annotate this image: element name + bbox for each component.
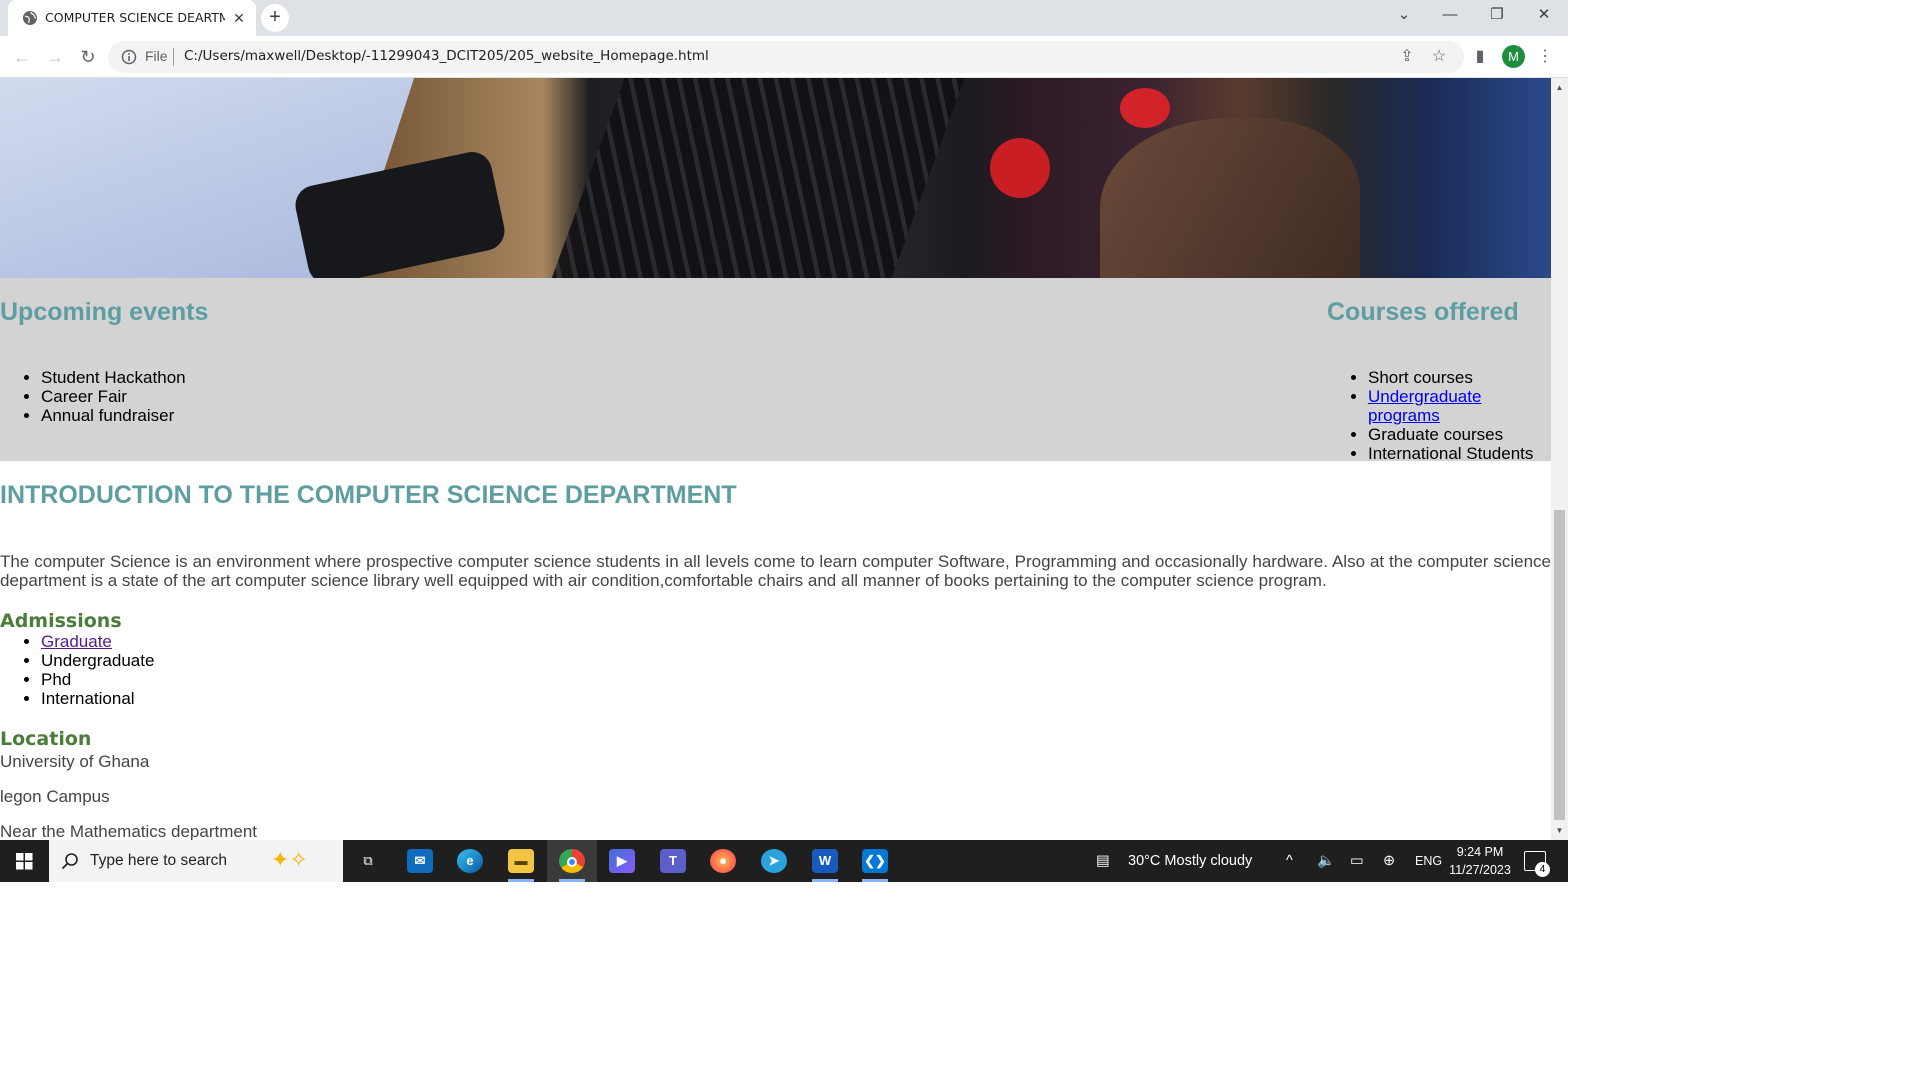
- notification-count-badge: 4: [1535, 862, 1550, 877]
- browser-tab[interactable]: COMPUTER SCIENCE DEARTMEN ✕: [8, 0, 256, 36]
- hero-flower: [990, 138, 1050, 198]
- reload-button[interactable]: ↻: [74, 43, 102, 71]
- admissions-heading: Admissions: [0, 610, 122, 632]
- search-icon: [61, 853, 78, 870]
- admissions-list: Graduate Undergraduate Phd International: [0, 632, 154, 708]
- search-placeholder: Type here to search: [90, 852, 227, 869]
- back-button[interactable]: ←: [8, 43, 36, 71]
- list-item: Phd: [41, 670, 154, 689]
- weather-text[interactable]: 30°C Mostly cloudy: [1128, 840, 1252, 882]
- hero-flower: [1120, 88, 1170, 128]
- side-panel-icon[interactable]: ▮: [1469, 46, 1491, 68]
- close-tab-icon[interactable]: ✕: [230, 9, 248, 27]
- restore-button[interactable]: ❐: [1474, 0, 1520, 32]
- location-line: Near the Mathematics department: [0, 822, 258, 840]
- weather-icon[interactable]: ▤: [1096, 840, 1110, 882]
- list-item: Undergraduate: [41, 651, 154, 670]
- edge-app-icon[interactable]: e: [445, 840, 495, 882]
- list-item: International Students: [1368, 444, 1551, 463]
- clock-time: 9:24 PM: [1456, 845, 1504, 859]
- hero-image: [0, 78, 1551, 278]
- windows-taskbar: Type here to search ✦✧ ⧉ ✉ e ▬ ▶ T ● ➤ W…: [0, 840, 1568, 882]
- new-tab-button[interactable]: +: [261, 4, 289, 32]
- close-window-button[interactable]: ✕: [1521, 0, 1567, 32]
- scroll-down-arrow-icon[interactable]: ▼: [1555, 826, 1564, 835]
- hero-person: [1100, 118, 1360, 278]
- location-line: University of Ghana: [0, 752, 150, 771]
- list-item: Annual fundraiser: [41, 406, 186, 425]
- firefox-app-icon[interactable]: ●: [698, 840, 748, 882]
- hero-keyboard: [548, 78, 972, 278]
- events-heading: Upcoming events: [0, 298, 209, 326]
- list-item: Student Hackathon: [41, 368, 186, 387]
- mail-app-icon[interactable]: ✉: [395, 840, 445, 882]
- address-url[interactable]: C:/Users/maxwell/Desktop/-11299043_DCIT2…: [184, 48, 709, 64]
- sparkle-icon: ✦✧: [271, 847, 308, 872]
- minimize-button[interactable]: —: [1427, 0, 1473, 32]
- battery-icon[interactable]: ▭: [1350, 840, 1364, 882]
- undergraduate-programs-link[interactable]: Undergraduate programs: [1368, 387, 1481, 425]
- bookmark-star-icon[interactable]: ☆: [1428, 46, 1450, 68]
- courses-heading: Courses offered: [1327, 298, 1519, 326]
- taskbar-search-box[interactable]: Type here to search ✦✧: [49, 840, 343, 882]
- clock[interactable]: 9:24 PM 11/27/2023: [1443, 843, 1517, 879]
- vscode-app-icon[interactable]: ❮❯: [850, 840, 900, 882]
- teams-app-icon[interactable]: T: [648, 840, 698, 882]
- scroll-up-arrow-icon[interactable]: ▲: [1555, 83, 1564, 92]
- intro-heading: INTRODUCTION TO THE COMPUTER SCIENCE DEP…: [0, 481, 737, 509]
- events-list: Student Hackathon Career Fair Annual fun…: [0, 368, 186, 425]
- scrollbar-thumb[interactable]: [1554, 510, 1565, 820]
- graduate-link[interactable]: Graduate: [41, 632, 112, 651]
- menu-dots-icon[interactable]: ⋮: [1534, 46, 1556, 68]
- task-view-button[interactable]: ⧉: [343, 840, 393, 882]
- tab-title: COMPUTER SCIENCE DEARTMEN: [45, 10, 225, 25]
- list-item: Undergraduate programs: [1368, 387, 1551, 425]
- list-item: International: [41, 689, 154, 708]
- list-item: Career Fair: [41, 387, 186, 406]
- intro-paragraph: The computer Science is an environment w…: [0, 552, 1551, 590]
- file-explorer-app-icon[interactable]: ▬: [496, 840, 546, 882]
- globe-icon: [23, 11, 37, 25]
- profile-avatar[interactable]: M: [1502, 45, 1525, 68]
- forward-button[interactable]: →: [41, 43, 69, 71]
- browser-toolbar: ← → ↻ File C:/Users/maxwell/Desktop/-112…: [0, 36, 1568, 78]
- vertical-scrollbar[interactable]: ▲ ▼: [1551, 78, 1568, 840]
- chrome-app-icon[interactable]: [547, 840, 597, 882]
- copilot-app-icon[interactable]: ▶: [597, 840, 647, 882]
- address-divider: [173, 48, 174, 66]
- word-app-icon[interactable]: W: [800, 840, 850, 882]
- show-hidden-icons-icon[interactable]: ^: [1286, 840, 1293, 882]
- clock-date: 11/27/2023: [1449, 863, 1511, 877]
- share-icon[interactable]: ⇪: [1396, 46, 1418, 68]
- courses-list: Short courses Undergraduate programs Gra…: [1327, 368, 1551, 463]
- address-bar[interactable]: File C:/Users/maxwell/Desktop/-11299043_…: [108, 41, 1464, 73]
- browser-title-bar: COMPUTER SCIENCE DEARTMEN ✕ + ⌄ — ❐ ✕: [0, 0, 1568, 36]
- list-item: Graduate courses: [1368, 425, 1551, 444]
- network-globe-icon[interactable]: ⊕: [1383, 840, 1395, 882]
- location-heading: Location: [0, 728, 92, 750]
- language-indicator[interactable]: ENG: [1415, 840, 1442, 882]
- page-viewport: Upcoming events Student Hackathon Career…: [0, 78, 1551, 840]
- list-item: Graduate: [41, 632, 154, 651]
- location-line: legon Campus: [0, 787, 110, 806]
- events-courses-band: Upcoming events Student Hackathon Career…: [0, 278, 1551, 463]
- info-icon[interactable]: [121, 49, 137, 65]
- telegram-app-icon[interactable]: ➤: [749, 840, 799, 882]
- list-item: Short courses: [1368, 368, 1551, 387]
- volume-icon[interactable]: 🔈: [1317, 840, 1335, 882]
- address-scheme: File: [145, 48, 168, 64]
- tab-search-icon[interactable]: ⌄: [1381, 0, 1427, 32]
- windows-start-icon[interactable]: [0, 840, 49, 882]
